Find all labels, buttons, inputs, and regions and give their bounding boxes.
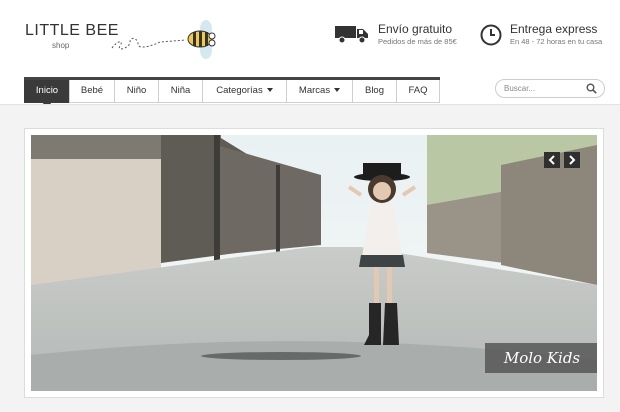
logo-subtitle: shop: [52, 41, 70, 50]
nav-item-label: Niño: [126, 85, 147, 96]
slider-prev-button[interactable]: [544, 152, 560, 168]
chevron-left-icon: [548, 155, 555, 165]
feature-subtitle: En 48 - 72 horas en tu casa: [510, 37, 603, 46]
nav-item-categorias[interactable]: Categorías: [202, 80, 286, 103]
nav-item-label: Niña: [170, 85, 191, 96]
clock-icon: [480, 24, 502, 46]
nav-item-bebe[interactable]: Bebé: [69, 80, 114, 103]
nav-item-label: Categorías: [216, 85, 263, 96]
nav-item-inicio[interactable]: Inicio: [24, 80, 69, 108]
hero-slider: Molo Kids: [24, 128, 604, 398]
nav-item-label: Bebé: [80, 85, 104, 96]
caret-down-icon: [266, 88, 273, 93]
slide-caption[interactable]: Molo Kids: [485, 343, 597, 373]
feature-title: Envío gratuito: [378, 22, 453, 36]
slider-next-button[interactable]: [564, 152, 580, 168]
logo-title: LITTLE BEE: [25, 22, 119, 39]
nav-item-label: FAQ: [408, 85, 428, 96]
nav-item-marcas[interactable]: Marcas: [286, 80, 352, 103]
feature-subtitle: Pedidos de más de 85€: [378, 37, 457, 46]
chevron-right-icon: [569, 155, 576, 165]
nav-item-nino[interactable]: Niño: [114, 80, 158, 103]
search-icon[interactable]: [586, 83, 597, 94]
nav-item-nina[interactable]: Niña: [158, 80, 202, 103]
nav-item-faq[interactable]: FAQ: [396, 80, 440, 103]
nav-item-blog[interactable]: Blog: [352, 80, 396, 103]
logo[interactable]: LITTLE BEE shop: [25, 22, 119, 50]
slide[interactable]: Molo Kids: [31, 135, 597, 391]
nav-item-label: Blog: [364, 85, 384, 96]
truck-icon: [335, 26, 368, 44]
nav-item-label: Inicio: [35, 85, 59, 96]
search-input[interactable]: [504, 82, 584, 95]
main-nav: Inicio Bebé Niño Niña Categorías Marcas …: [24, 77, 440, 108]
caret-down-icon: [334, 88, 341, 93]
feature-title: Entrega express: [510, 22, 598, 36]
nav-item-label: Marcas: [298, 85, 331, 96]
search-box: [495, 79, 605, 98]
bee-logo-icon: [111, 20, 216, 59]
